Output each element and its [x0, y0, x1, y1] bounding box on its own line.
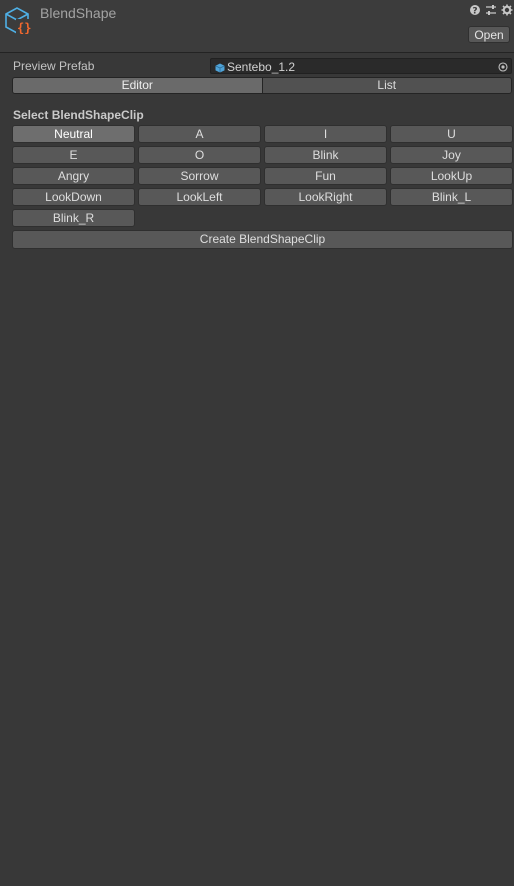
clip-button-u[interactable]: U [390, 125, 513, 143]
prefab-cube-icon [215, 62, 225, 73]
tab-list[interactable]: List [261, 78, 511, 93]
clip-button-o[interactable]: O [138, 146, 261, 164]
clip-button-fun[interactable]: Fun [264, 167, 387, 185]
preview-prefab-row: Preview Prefab Sentebo_1.2 [13, 58, 513, 74]
open-button[interactable]: Open [468, 26, 510, 43]
clip-button-a[interactable]: A [138, 125, 261, 143]
object-picker-icon[interactable] [498, 61, 508, 72]
clip-button-neutral[interactable]: Neutral [12, 125, 135, 143]
clip-button-lookright[interactable]: LookRight [264, 188, 387, 206]
blendshape-asset-icon: {} [3, 5, 35, 37]
create-blendshapeclip-button[interactable]: Create BlendShapeClip [12, 230, 513, 249]
clip-button-blink[interactable]: Blink [264, 146, 387, 164]
tab-editor[interactable]: Editor [13, 78, 262, 93]
preview-prefab-value: Sentebo_1.2 [227, 60, 296, 74]
preset-icon[interactable] [485, 4, 497, 16]
clip-button-blink-l[interactable]: Blink_L [390, 188, 513, 206]
clip-button-sorrow[interactable]: Sorrow [138, 167, 261, 185]
clip-button-joy[interactable]: Joy [390, 146, 513, 164]
settings-icon[interactable] [501, 4, 513, 16]
clip-button-lookleft[interactable]: LookLeft [138, 188, 261, 206]
svg-text:{}: {} [17, 21, 31, 35]
preview-prefab-field[interactable]: Sentebo_1.2 [210, 58, 512, 74]
mode-tabs: Editor List [12, 77, 512, 94]
clip-button-lookup[interactable]: LookUp [390, 167, 513, 185]
clip-button-i[interactable]: I [264, 125, 387, 143]
svg-text:?: ? [472, 7, 477, 17]
inspector-header: {} BlendShape ? Open [0, 0, 514, 53]
clip-button-angry[interactable]: Angry [12, 167, 135, 185]
help-icon[interactable]: ? [469, 4, 481, 17]
clip-button-lookdown[interactable]: LookDown [12, 188, 135, 206]
clip-button-e[interactable]: E [12, 146, 135, 164]
select-clip-heading: Select BlendShapeClip [13, 108, 144, 122]
preview-prefab-label: Preview Prefab [13, 59, 95, 73]
clip-button-blink-r[interactable]: Blink_R [12, 209, 135, 227]
asset-title: BlendShape [40, 5, 117, 21]
